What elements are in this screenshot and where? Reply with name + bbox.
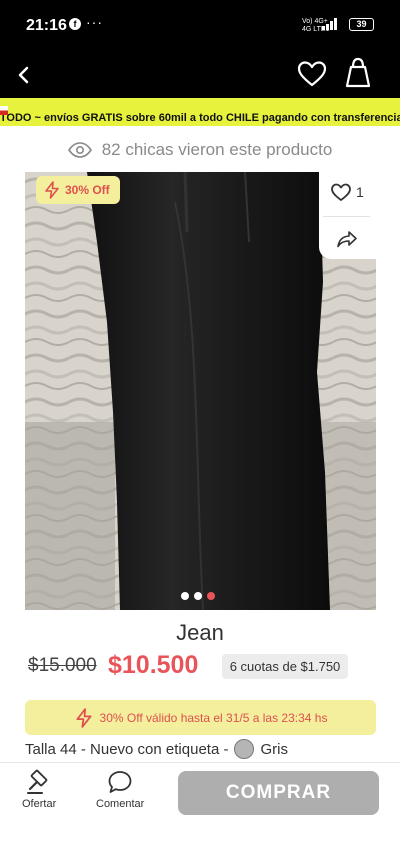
- like-button[interactable]: 1: [330, 182, 364, 202]
- eye-icon: [67, 142, 92, 158]
- offer-validity-bar: 30% Off válido hasta el 31/5 a las 23:34…: [25, 700, 376, 735]
- lightning-icon: [45, 181, 59, 199]
- buy-button[interactable]: COMPRAR: [178, 771, 379, 815]
- installments-badge[interactable]: 6 cuotas de $1.750: [222, 654, 348, 679]
- share-icon[interactable]: [336, 228, 358, 250]
- chile-flag-icon: [0, 106, 8, 115]
- system-nav-bar: [0, 822, 400, 866]
- size-condition-text: Talla 44 - Nuevo con etiqueta -: [25, 740, 229, 758]
- comment-label: Comentar: [96, 798, 145, 810]
- image-side-actions: 1: [319, 172, 376, 259]
- top-app-bar: [0, 52, 400, 98]
- views-counter: 82 chicas vieron este producto: [0, 136, 400, 164]
- offer-label: Ofertar: [22, 798, 57, 810]
- offer-button[interactable]: Ofertar: [22, 769, 56, 810]
- carousel-dot[interactable]: [194, 592, 202, 600]
- heart-icon: [331, 183, 351, 201]
- lightning-icon: [75, 707, 92, 728]
- discount-badge: 30% Off: [36, 176, 120, 204]
- carousel-indicator: [181, 592, 215, 600]
- divider: [323, 216, 370, 217]
- more-notifications-icon: ···: [86, 14, 103, 30]
- chevron-left-icon[interactable]: [12, 60, 36, 90]
- promo-banner[interactable]: en TODO ~ envíos GRATIS sobre 60mil a to…: [0, 98, 400, 126]
- views-text: 82 chicas vieron este producto: [101, 140, 333, 159]
- battery-icon: 39: [349, 18, 374, 31]
- sale-price: $10.500: [108, 651, 199, 679]
- carousel-dot[interactable]: [181, 592, 189, 600]
- original-price: $15.000: [28, 655, 97, 676]
- discount-badge-text: 30% Off: [65, 183, 110, 197]
- bottom-action-bar: Ofertar Comentar COMPRAR: [0, 762, 400, 822]
- offer-validity-text: 30% Off válido hasta el 31/5 a las 23:34…: [99, 710, 328, 725]
- color-name: Gris: [260, 740, 288, 758]
- color-swatch: [234, 739, 255, 759]
- heart-icon[interactable]: [296, 58, 328, 90]
- clock: 21:16: [26, 17, 67, 34]
- status-bar: 21:16 f ··· Vo) 4G+ 4G LTE1 39: [0, 0, 400, 52]
- promo-text: en TODO ~ envíos GRATIS sobre 60mil a to…: [0, 112, 400, 124]
- product-details: Talla 44 - Nuevo con etiqueta - Gris: [25, 739, 288, 759]
- gavel-icon: [27, 769, 48, 794]
- like-count: 1: [356, 184, 364, 200]
- comment-button[interactable]: Comentar: [96, 769, 144, 810]
- product-title: Jean: [176, 620, 224, 645]
- facebook-icon: f: [69, 18, 81, 30]
- speech-bubble-icon: [108, 771, 132, 793]
- carousel-dot-active[interactable]: [207, 592, 215, 600]
- shopping-bag-icon[interactable]: [342, 56, 374, 90]
- signal-icon: [322, 18, 337, 30]
